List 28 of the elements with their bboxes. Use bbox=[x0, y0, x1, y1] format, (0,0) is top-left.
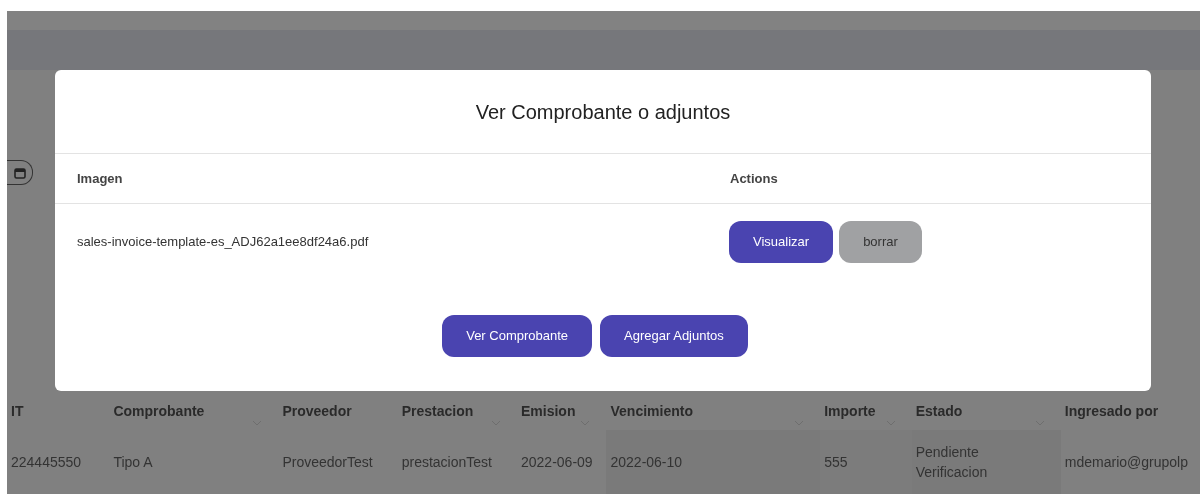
table-cell-text: 2022-06-09 bbox=[521, 452, 593, 472]
table-cell-text: 555 bbox=[824, 452, 848, 472]
column-header: Imagen bbox=[76, 169, 124, 188]
view-receipt-button[interactable]: Ver Comprobante bbox=[442, 315, 593, 357]
column-header: Vencimiento bbox=[610, 402, 693, 421]
calendar-button[interactable] bbox=[7, 160, 33, 185]
table-cell-text: Pendiente Verificacion bbox=[915, 443, 989, 482]
column-header: Importe bbox=[824, 402, 876, 421]
modal-title: Ver Comprobante o adjuntos bbox=[475, 99, 731, 125]
column-header: Estado bbox=[915, 402, 963, 421]
column-header: Comprobante bbox=[113, 402, 205, 421]
column-header: Prestacion bbox=[401, 402, 474, 421]
view-button[interactable]: Visualizar bbox=[729, 220, 834, 263]
column-header: Ingresado por bbox=[1064, 402, 1159, 421]
table-cell-text: prestacionTest bbox=[401, 452, 492, 472]
calendar-icon bbox=[13, 166, 26, 179]
table-cell-text: ProveedorTest bbox=[282, 452, 373, 472]
column-header: IT bbox=[11, 402, 24, 421]
table-cell-text: 2022-06-10 bbox=[610, 452, 683, 472]
column-header: Proveedor bbox=[282, 402, 352, 421]
file-name: sales-invoice-template-es_ADJ62a1ee8df24a6.pdf bbox=[76, 232, 370, 251]
table-cell-text: Tipo A bbox=[113, 452, 153, 472]
table-cell-text: mdemario@grupolp bbox=[1064, 452, 1188, 472]
table-cell-text: 224445550 bbox=[11, 452, 82, 472]
add-attachments-button[interactable]: Agregar Adjuntos bbox=[600, 315, 748, 357]
column-header: Actions bbox=[730, 169, 778, 188]
delete-button[interactable]: borrar bbox=[839, 220, 922, 263]
column-header: Emision bbox=[521, 402, 576, 421]
